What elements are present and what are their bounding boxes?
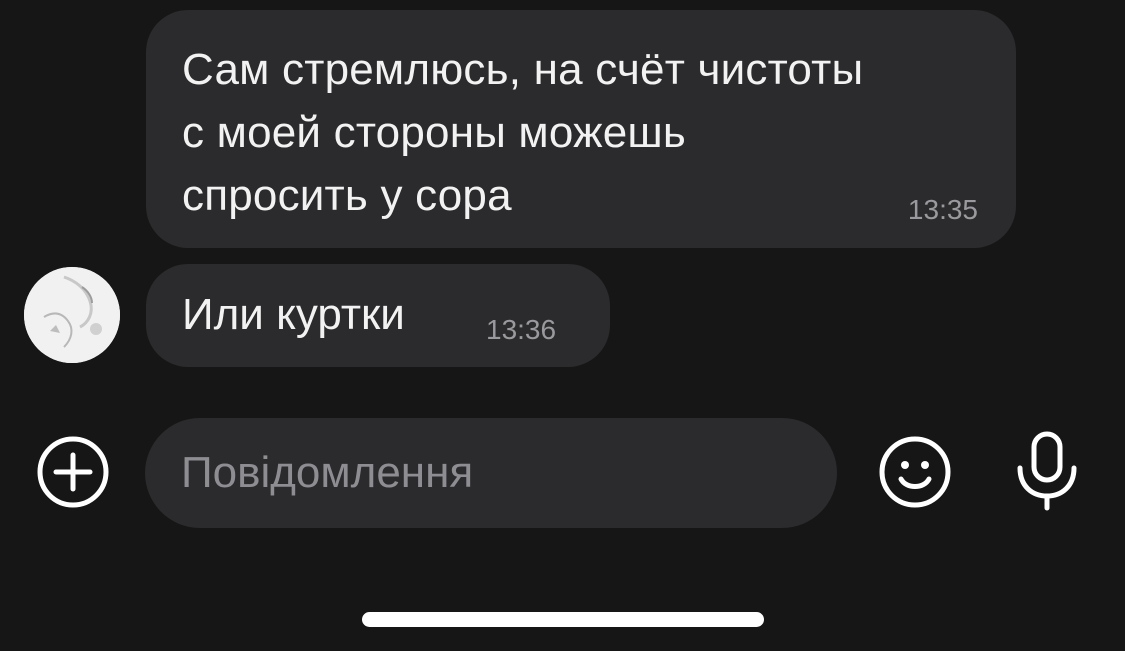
message-input[interactable] [181, 418, 801, 528]
message-bubble[interactable]: Или куртки 13:36 [146, 264, 610, 367]
emoji-button[interactable] [878, 435, 952, 509]
message-text: Или куртки [182, 290, 405, 339]
message-input-container[interactable] [145, 418, 837, 528]
plus-circle-icon [37, 436, 109, 508]
message-timestamp: 13:36 [486, 314, 557, 345]
avatar[interactable] [24, 267, 120, 363]
message-text: Сам стремлюсь, на счёт чистоты с моей ст… [182, 45, 864, 220]
smiley-icon [879, 436, 951, 508]
message-bubble[interactable]: Сам стремлюсь, на счёт чистоты с моей ст… [146, 10, 1016, 248]
microphone-icon [1017, 431, 1077, 511]
compose-bar [0, 416, 1125, 528]
chat-screen: Сам стремлюсь, на счёт чистоты с моей ст… [0, 0, 1125, 651]
message-timestamp: 13:35 [907, 194, 978, 225]
home-indicator[interactable] [362, 612, 764, 627]
attach-button[interactable] [36, 435, 110, 509]
avatar-photo-icon [24, 267, 120, 363]
voice-record-button[interactable] [1012, 430, 1082, 512]
